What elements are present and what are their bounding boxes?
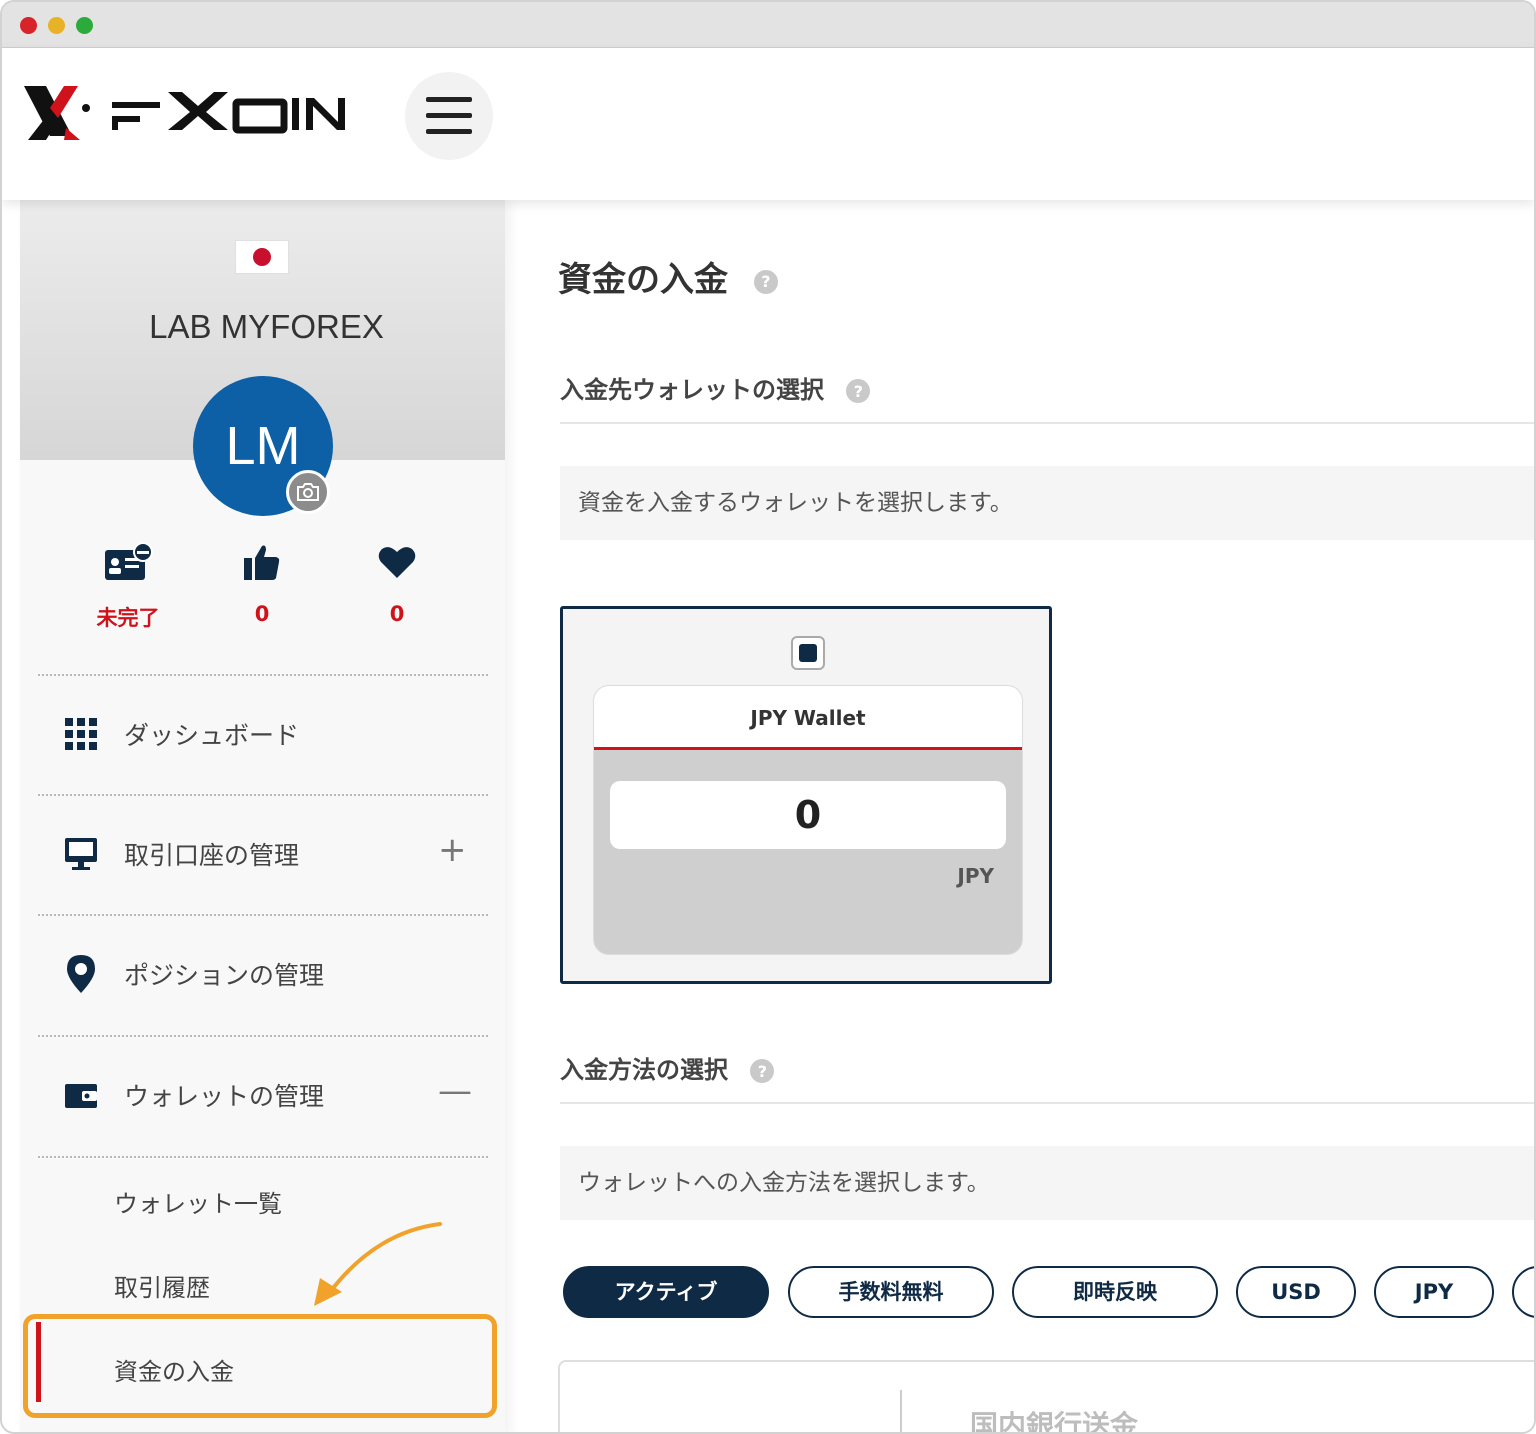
wallet-section-description: 資金を入金するウォレットを選択します。 bbox=[560, 466, 1534, 540]
close-window-button[interactable] bbox=[20, 17, 37, 34]
divider bbox=[900, 1390, 902, 1432]
stat-favorites[interactable]: 0 bbox=[337, 540, 457, 626]
stat-favorites-value: 0 bbox=[389, 602, 405, 626]
hamburger-icon bbox=[426, 97, 472, 134]
nav-item-positions[interactable]: ポジションの管理 bbox=[20, 924, 505, 1024]
main-content: 資金の入金 ? 入金先ウォレットの選択 ? 資金を入金するウォレットを選択します… bbox=[558, 200, 1534, 1434]
grid-icon bbox=[65, 718, 97, 750]
fxon-logo[interactable] bbox=[20, 78, 350, 148]
divider bbox=[38, 674, 488, 676]
zoom-window-button[interactable] bbox=[76, 17, 93, 34]
expand-icon[interactable]: + bbox=[438, 830, 467, 870]
filter-pill-more[interactable] bbox=[1512, 1266, 1534, 1318]
help-icon[interactable]: ? bbox=[750, 1059, 775, 1083]
wallet-icon bbox=[65, 1084, 97, 1108]
wallet-card-body: JPY Wallet 0 JPY bbox=[593, 685, 1023, 955]
wallet-section-title: 入金先ウォレットの選択 ? bbox=[560, 370, 871, 405]
help-icon[interactable]: ? bbox=[846, 379, 871, 403]
help-icon[interactable]: ? bbox=[753, 269, 778, 294]
stat-likes-value: 0 bbox=[254, 602, 270, 626]
method-section-title-text: 入金方法の選択 bbox=[560, 1056, 728, 1084]
filter-pill-no-fee[interactable]: 手数料無料 bbox=[788, 1266, 994, 1318]
title-bar bbox=[2, 2, 1534, 48]
collapse-icon[interactable]: — bbox=[438, 1071, 472, 1111]
divider bbox=[38, 1035, 488, 1037]
nav-item-wallets[interactable]: ウォレットの管理 — bbox=[20, 1045, 505, 1145]
nav-item-label: ウォレットの管理 bbox=[124, 1082, 325, 1111]
filter-pill-jpy[interactable]: JPY bbox=[1374, 1266, 1494, 1318]
highlight-frame bbox=[23, 1314, 497, 1418]
submenu-item-transaction-history[interactable]: 取引履歴 bbox=[114, 1268, 210, 1303]
wallet-balance: 0 bbox=[610, 781, 1006, 849]
method-section-title: 入金方法の選択 ? bbox=[560, 1050, 775, 1085]
wallet-card-jpy[interactable]: JPY Wallet 0 JPY bbox=[560, 606, 1052, 984]
page-title-text: 資金の入金 bbox=[558, 260, 728, 300]
stat-verification[interactable]: 未完了 bbox=[68, 540, 188, 632]
active-indicator bbox=[36, 1322, 41, 1402]
deposit-method-card[interactable]: 国内銀行送金 bbox=[558, 1360, 1534, 1434]
stat-verification-value: 未完了 bbox=[96, 606, 160, 630]
filter-pill-usd[interactable]: USD bbox=[1236, 1266, 1356, 1318]
nav-item-label: 取引口座の管理 bbox=[124, 841, 300, 870]
nav-item-label: ポジションの管理 bbox=[124, 961, 325, 990]
wallet-name: JPY Wallet bbox=[594, 686, 1022, 750]
method-filter-bar: アクティブ 手数料無料 即時反映 USD JPY bbox=[563, 1266, 1534, 1320]
method-section-description: ウォレットへの入金方法を選択します。 bbox=[560, 1146, 1534, 1220]
wallet-select-checkbox[interactable] bbox=[791, 636, 825, 670]
divider bbox=[38, 794, 488, 796]
hamburger-menu-button[interactable] bbox=[405, 72, 493, 160]
deposit-method-name: 国内銀行送金 bbox=[970, 1409, 1139, 1434]
monitor-icon bbox=[65, 838, 97, 870]
filter-pill-active[interactable]: アクティブ bbox=[563, 1266, 769, 1318]
map-pin-icon bbox=[67, 955, 95, 993]
divider bbox=[38, 914, 488, 916]
minimize-window-button[interactable] bbox=[48, 17, 65, 34]
japan-flag-icon[interactable] bbox=[235, 240, 289, 274]
profile-username: LAB MYFOREX bbox=[149, 308, 384, 345]
divider bbox=[560, 1102, 1534, 1104]
filter-pill-instant[interactable]: 即時反映 bbox=[1012, 1266, 1218, 1318]
divider bbox=[38, 1156, 488, 1158]
thumbs-up-icon bbox=[244, 545, 280, 580]
top-header bbox=[2, 48, 1534, 200]
id-card-icon bbox=[105, 542, 153, 580]
sidebar: LAB MYFOREX LM 未完了 0 0 ダッシュボード 取引口座の管理 +… bbox=[20, 200, 505, 1432]
wallet-currency: JPY bbox=[957, 864, 994, 888]
wallet-section-title-text: 入金先ウォレットの選択 bbox=[560, 376, 824, 404]
pointer-arrow-icon bbox=[314, 1222, 442, 1306]
camera-icon[interactable] bbox=[286, 470, 330, 514]
divider bbox=[560, 422, 1534, 424]
nav-item-label: ダッシュボード bbox=[124, 721, 300, 750]
heart-icon bbox=[378, 547, 416, 578]
submenu-item-deposit[interactable]: 資金の入金 bbox=[114, 1352, 234, 1387]
nav-item-trading-accounts[interactable]: 取引口座の管理 + bbox=[20, 804, 505, 904]
nav-item-dashboard[interactable]: ダッシュボード bbox=[20, 684, 505, 784]
browser-window: LAB MYFOREX LM 未完了 0 0 ダッシュボード 取引口座の管理 +… bbox=[0, 0, 1536, 1434]
page-title: 資金の入金 ? bbox=[558, 252, 778, 301]
submenu-item-wallet-list[interactable]: ウォレット一覧 bbox=[114, 1184, 282, 1219]
stat-likes[interactable]: 0 bbox=[202, 540, 322, 626]
